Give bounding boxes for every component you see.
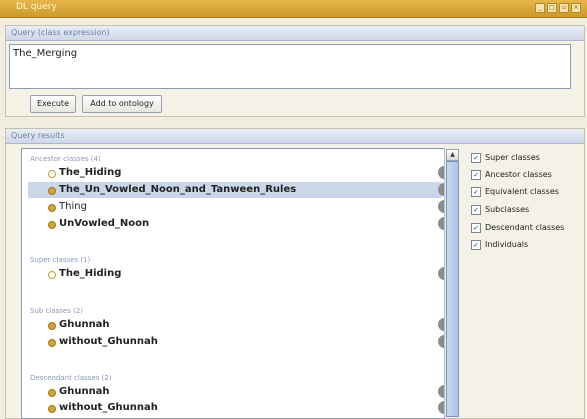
class-label: UnVowled_Noon xyxy=(59,218,150,229)
option-label: Ancestor classes xyxy=(485,170,552,179)
checkbox-checked-icon[interactable]: ✓ xyxy=(471,223,481,233)
results-panel-header: Query results xyxy=(6,129,584,144)
checkbox-checked-icon[interactable]: ✓ xyxy=(471,153,481,163)
query-text: The_Merging xyxy=(13,48,78,59)
class-label: Thing xyxy=(59,201,87,212)
add-to-ontology-button[interactable]: Add to ontology xyxy=(82,95,162,113)
section-header: Sub classes (2) xyxy=(30,307,84,315)
results-scrollbar[interactable]: ▲ xyxy=(444,148,459,417)
class-hollow-icon xyxy=(48,170,56,178)
option-subclasses[interactable]: ✓ Subclasses xyxy=(469,203,584,217)
query-panel-header: Query (class expression) xyxy=(6,26,584,41)
class-icon xyxy=(48,322,56,330)
option-descendant-classes[interactable]: ✓ Descendant classes xyxy=(469,221,584,235)
class-label: The_Un_Vowled_Noon_and_Tanween_Rules xyxy=(59,184,297,195)
class-label: without_Ghunnah xyxy=(59,336,158,347)
query-input[interactable]: The_Merging xyxy=(9,44,571,89)
option-equivalent-classes[interactable]: ✓ Equivalent classes xyxy=(469,185,584,199)
title-bar: DL query _ □ ▫ × xyxy=(0,0,587,18)
class-hollow-icon xyxy=(48,271,56,279)
class-label: Ghunnah xyxy=(59,319,110,330)
list-item[interactable]: The_Hiding i xyxy=(28,266,444,282)
option-ancestor-classes[interactable]: ✓ Ancestor classes xyxy=(469,168,584,182)
execute-button[interactable]: Execute xyxy=(30,95,76,113)
window-title: DL query xyxy=(16,2,57,12)
scroll-thumb[interactable] xyxy=(446,161,459,417)
list-item[interactable]: Ghunnah i xyxy=(28,384,444,400)
class-icon xyxy=(48,187,56,195)
class-icon xyxy=(48,339,56,347)
list-item[interactable]: without_Ghunnah i xyxy=(28,400,444,416)
list-item[interactable]: The_Hiding i xyxy=(28,165,444,181)
list-item[interactable]: Ghunnah i xyxy=(28,317,444,333)
class-icon xyxy=(48,221,56,229)
maximize-icon[interactable]: □ xyxy=(547,3,557,13)
close-icon[interactable]: × xyxy=(571,3,581,13)
section-header: Ancestor classes (4) xyxy=(30,155,101,163)
class-label: The_Hiding xyxy=(59,268,122,279)
scroll-up-icon[interactable]: ▲ xyxy=(446,149,459,161)
checkbox-checked-icon[interactable]: ✓ xyxy=(471,205,481,215)
class-icon xyxy=(48,389,56,397)
restore-icon[interactable]: ▫ xyxy=(559,3,569,13)
list-item[interactable]: Thing i xyxy=(28,199,444,215)
checkbox-checked-icon[interactable]: ✓ xyxy=(471,170,481,180)
list-item[interactable]: The_Un_Vowled_Noon_and_Tanween_Rules i xyxy=(28,182,444,198)
option-individuals[interactable]: ✓ Individuals xyxy=(469,238,584,252)
checkbox-checked-icon[interactable]: ✓ xyxy=(471,187,481,197)
class-label: without_Ghunnah xyxy=(59,402,158,413)
list-item[interactable]: without_Ghunnah i xyxy=(28,334,444,350)
option-label: Descendant classes xyxy=(485,223,565,232)
option-label: Super classes xyxy=(485,153,540,162)
section-header: Descendant classes (2) xyxy=(30,374,112,382)
list-item[interactable]: UnVowled_Noon i xyxy=(28,216,444,232)
option-super-classes[interactable]: ✓ Super classes xyxy=(469,151,584,165)
window-controls: _ □ ▫ × xyxy=(535,3,581,13)
section-header: Super classes (1) xyxy=(30,256,91,264)
class-icon xyxy=(48,204,56,212)
class-icon xyxy=(48,405,56,413)
minimize-icon[interactable]: _ xyxy=(535,3,545,13)
class-label: The_Hiding xyxy=(59,167,122,178)
results-list[interactable]: Ancestor classes (4) The_Hiding i The_Un… xyxy=(21,148,445,419)
class-label: Ghunnah xyxy=(59,386,110,397)
option-label: Individuals xyxy=(485,240,529,249)
option-label: Subclasses xyxy=(485,205,530,214)
option-label: Equivalent classes xyxy=(485,187,559,196)
checkbox-checked-icon[interactable]: ✓ xyxy=(471,240,481,250)
